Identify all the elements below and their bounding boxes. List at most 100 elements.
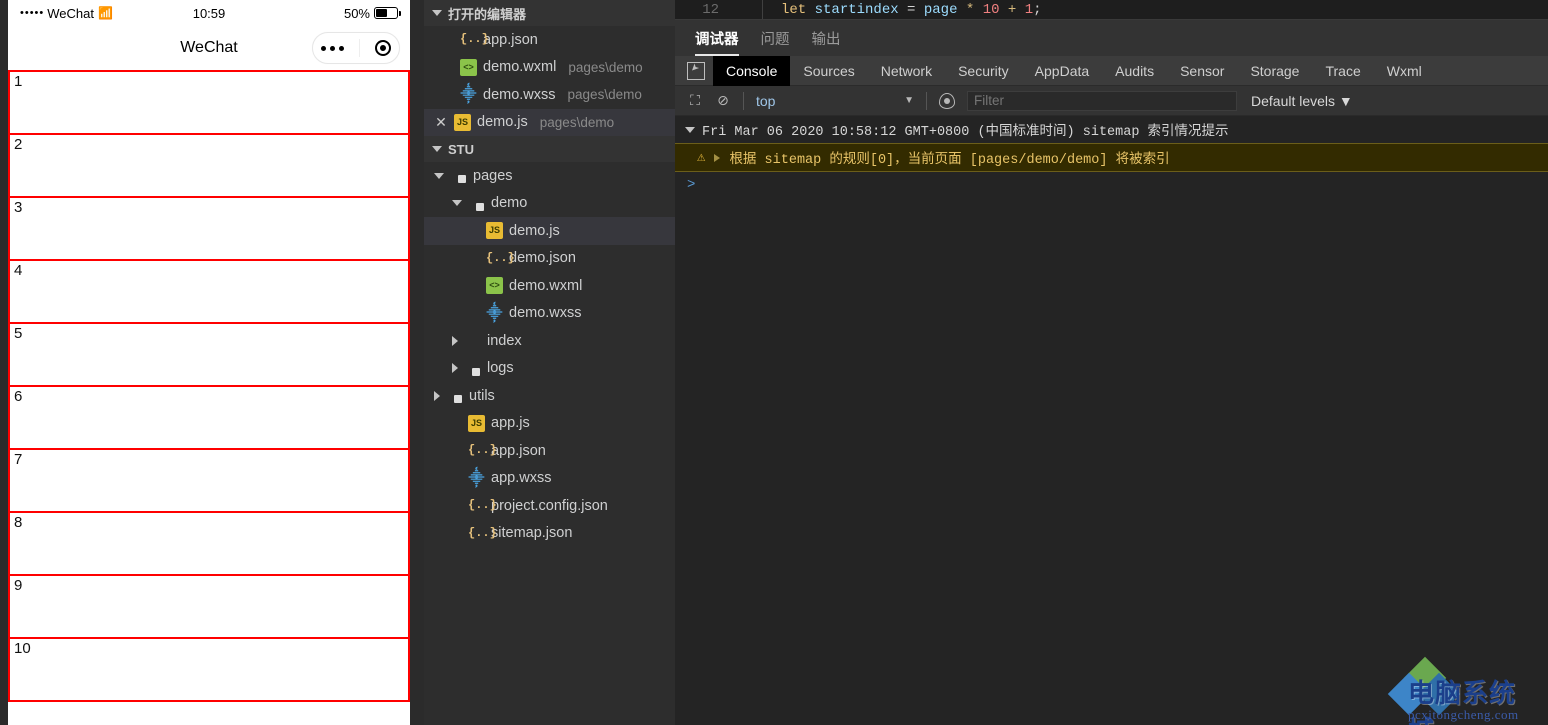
triangle-down-icon[interactable] xyxy=(432,10,442,16)
open-editor-item[interactable]: <> demo.wxml pages\demo xyxy=(424,54,675,82)
list-item[interactable]: 8 xyxy=(8,511,410,576)
tree-file-row[interactable]: JS demo.js xyxy=(424,217,675,245)
triangle-right-icon[interactable] xyxy=(452,335,458,346)
devtools-tab-bar[interactable]: ConsoleSourcesNetworkSecurityAppDataAudi… xyxy=(675,55,1548,86)
status-battery-group: 50% xyxy=(344,6,401,21)
tree-file-row[interactable]: JS app.js xyxy=(424,410,675,438)
file-name: app.wxss xyxy=(491,470,552,487)
devtools-tab-storage[interactable]: Storage xyxy=(1237,56,1312,86)
project-header[interactable]: STU xyxy=(424,136,675,162)
list-item[interactable]: 7 xyxy=(8,448,410,513)
app-window: ••••• WeChat 📶 10:59 50% WeChat 123 4 5 … xyxy=(0,0,1548,725)
code-semicolon: ; xyxy=(1033,1,1042,18)
tree-folder-row[interactable]: index xyxy=(424,327,675,355)
js-file-icon: JS xyxy=(486,222,503,240)
tree-file-row[interactable]: {..} project.config.json xyxy=(424,492,675,520)
tree-folder-row[interactable]: logs xyxy=(424,355,675,383)
tree-folder-row[interactable]: pages xyxy=(424,162,675,190)
devtools-tab-network[interactable]: Network xyxy=(868,56,945,86)
file-name: demo.js xyxy=(477,114,528,131)
devtools-tab-security[interactable]: Security xyxy=(945,56,1022,86)
list-item[interactable]: 5 xyxy=(8,322,410,387)
js-file-icon: JS xyxy=(454,113,471,131)
tree-file-row[interactable]: ⸎ demo.wxss xyxy=(424,300,675,328)
list-item[interactable]: 9 xyxy=(8,574,410,639)
live-expression-eye-icon[interactable] xyxy=(933,89,961,113)
folder-utils-icon xyxy=(446,387,463,404)
signal-dots-icon: ••••• xyxy=(20,7,45,19)
file-path: pages\demo xyxy=(567,87,642,103)
triangle-right-icon[interactable] xyxy=(452,363,458,374)
panel-tab-item[interactable]: 输出 xyxy=(812,28,841,56)
triangle-down-icon[interactable] xyxy=(432,146,442,152)
triangle-down-icon[interactable] xyxy=(452,200,462,207)
list-item[interactable]: 4 xyxy=(8,259,410,324)
triangle-down-icon[interactable] xyxy=(685,126,695,133)
inspect-cursor-icon[interactable] xyxy=(685,60,707,82)
devtools-tabs[interactable]: Console Sources Network Security AppData Audi… xyxy=(713,55,1435,86)
file-path: pages\demo xyxy=(539,114,615,130)
watermark-title: 电脑系统城 xyxy=(1408,678,1517,725)
close-icon[interactable]: ✕ xyxy=(434,114,448,131)
open-editors-header[interactable]: 打开的编辑器 xyxy=(424,0,675,26)
editor-code-strip: 12 let startindex = page * 10 + 1; xyxy=(675,0,1548,20)
open-editors-list[interactable]: {..} app.json <> demo.wxml pages\demo ⸎ demo.w… xyxy=(424,26,675,136)
console-group-header[interactable]: Fri Mar 06 2020 10:58:12 GMT+0800 (中国标准时… xyxy=(675,116,1548,143)
console-toolbar[interactable]: ⛶ ⊘ top ▼ Default levels ▼ xyxy=(675,86,1548,116)
devtools-tab-wxml[interactable]: Wxml xyxy=(1374,56,1435,86)
json-file-icon: {..} xyxy=(460,32,489,47)
devtools-tab-console[interactable]: Console xyxy=(713,55,791,86)
clear-console-icon[interactable]: ⊘ xyxy=(709,89,737,113)
chevron-down-icon[interactable]: ▼ xyxy=(904,95,914,106)
target-icon[interactable] xyxy=(375,40,392,56)
more-dots-icon[interactable] xyxy=(320,45,344,51)
project-file-tree[interactable]: pages demo JS demo.js {..} demo.json <> demo.wx… xyxy=(424,162,675,547)
console-prompt[interactable]: > xyxy=(675,172,1548,193)
tree-file-row[interactable]: ⸎ app.wxss xyxy=(424,465,675,493)
devtools-tab-sensor[interactable]: Sensor xyxy=(1167,56,1237,86)
devtools-panel-tabs[interactable]: 调试器 问题 输出 xyxy=(675,20,1548,56)
list-item[interactable]: 2 xyxy=(8,133,410,198)
list-item[interactable]: 10 xyxy=(8,637,410,702)
list-item[interactable]: 6 xyxy=(8,385,410,450)
toolbar-divider-2 xyxy=(926,91,927,110)
tree-folder-row[interactable]: utils xyxy=(424,382,675,410)
devtools-tab-appdata[interactable]: AppData xyxy=(1022,56,1102,86)
folder-name: pages xyxy=(473,167,513,184)
code-variable: startindex xyxy=(814,1,899,18)
list-item[interactable]: 1 xyxy=(8,70,410,135)
tree-file-row[interactable]: {..} app.json xyxy=(424,437,675,465)
code-keyword: let xyxy=(781,1,807,18)
list-item[interactable]: 3 xyxy=(8,196,410,261)
battery-icon xyxy=(374,7,401,19)
scroll-list[interactable]: 1 2 3 4 5 6 7 8 9 10 xyxy=(8,70,410,702)
panel-tab-item[interactable]: 问题 xyxy=(761,28,790,56)
tree-file-row[interactable]: {..} sitemap.json xyxy=(424,520,675,548)
triangle-right-icon[interactable] xyxy=(714,153,721,162)
devtools-tab-audits[interactable]: Audits xyxy=(1102,56,1167,86)
execution-context-select[interactable]: top ▼ xyxy=(750,93,920,109)
console-warning-row[interactable]: ⚠ 根据 sitemap 的规则[0]，当前页面 [pages/demo/dem… xyxy=(675,143,1548,172)
panel-tab-active[interactable]: 调试器 xyxy=(695,28,739,56)
wechat-capsule-button[interactable] xyxy=(312,32,400,64)
line-number: 12 xyxy=(702,1,719,18)
tree-folder-row[interactable]: demo xyxy=(424,190,675,218)
open-editor-item[interactable]: ⸎ demo.wxss pages\demo xyxy=(424,81,675,109)
devtools-tab-trace[interactable]: Trace xyxy=(1312,56,1373,86)
log-levels-dropdown[interactable]: Default levels ▼ xyxy=(1251,93,1353,109)
open-editor-item[interactable]: ✕ JS demo.js pages\demo xyxy=(424,108,675,136)
triangle-down-icon[interactable] xyxy=(434,172,444,179)
folder-index-icon xyxy=(464,332,481,349)
console-output[interactable]: Fri Mar 06 2020 10:58:12 GMT+0800 (中国标准时… xyxy=(675,116,1548,725)
devtools-tab-sources[interactable]: Sources xyxy=(790,56,867,86)
tree-file-row[interactable]: <> demo.wxml xyxy=(424,272,675,300)
tree-file-row[interactable]: {..} demo.json xyxy=(424,245,675,273)
console-sidebar-icon[interactable]: ⛶ xyxy=(681,89,709,113)
folder-name: logs xyxy=(487,360,514,377)
console-prompt-caret: > xyxy=(687,177,696,193)
editor-gutter xyxy=(727,0,763,19)
triangle-right-icon[interactable] xyxy=(434,390,440,401)
open-editor-item[interactable]: {..} app.json xyxy=(424,26,675,54)
file-explorer-sidebar[interactable]: 打开的编辑器 {..} app.json <> demo.wxml pages\demo… xyxy=(424,0,675,725)
filter-input[interactable] xyxy=(967,90,1237,111)
